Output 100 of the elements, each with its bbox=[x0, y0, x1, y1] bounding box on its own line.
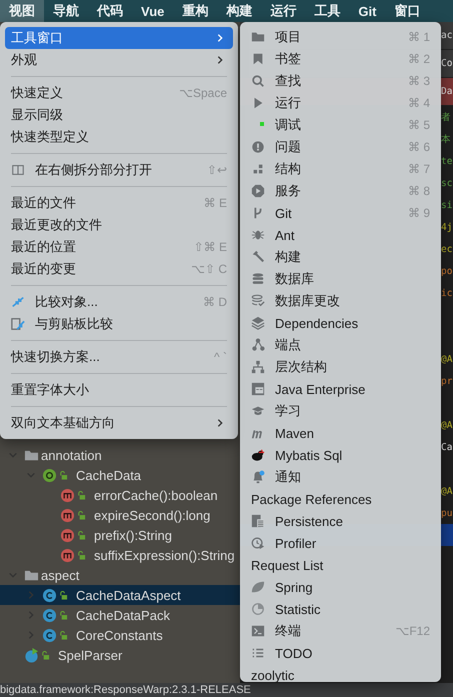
editor-tab[interactable]: Da bbox=[441, 86, 452, 97]
menu-item[interactable]: Java Enterprise bbox=[245, 378, 436, 400]
leaf-icon bbox=[251, 580, 265, 594]
menu-item[interactable]: 比较对象... ⌘ D bbox=[5, 291, 233, 313]
tree-item[interactable]: expireSecond():long bbox=[0, 505, 240, 525]
shortcut-text: ⌘ 4 bbox=[408, 96, 430, 110]
menu-bar-item[interactable]: 工具 bbox=[305, 0, 350, 22]
menu-item[interactable]: 最近的文件 ⌘ E bbox=[5, 192, 233, 214]
menu-item[interactable]: 与剪贴板比较 bbox=[5, 313, 233, 335]
code-text: pu bbox=[441, 508, 452, 518]
menu-item[interactable]: 查找 ⌘ 3 bbox=[245, 70, 436, 92]
menu-bar-item[interactable]: 构建 bbox=[217, 0, 262, 22]
menu-item[interactable]: Maven bbox=[245, 422, 436, 444]
service-icon bbox=[251, 184, 265, 198]
database-check-icon bbox=[251, 294, 265, 308]
menu-item[interactable]: 服务 ⌘ 8 bbox=[245, 180, 436, 202]
layers-icon bbox=[251, 316, 265, 330]
menu-item[interactable]: 构建 bbox=[245, 246, 436, 268]
menu-item[interactable]: 结构 ⌘ 7 bbox=[245, 158, 436, 180]
menu-item[interactable]: 端点 bbox=[245, 334, 436, 356]
menu-item[interactable]: 重置字体大小 bbox=[5, 379, 233, 401]
menu-item[interactable]: Git ⌘ 9 bbox=[245, 202, 436, 224]
menu-item[interactable]: 显示同级 bbox=[5, 104, 233, 126]
menu-item[interactable]: 学习 bbox=[245, 400, 436, 422]
bookmark-icon bbox=[251, 52, 265, 66]
tree-item[interactable]: CacheDataAspect bbox=[0, 585, 240, 605]
tree-item[interactable]: CoreConstants bbox=[0, 625, 240, 645]
tree-item[interactable]: suffixExpression():String bbox=[0, 545, 240, 565]
menu-bar-item[interactable]: 视图 bbox=[0, 0, 44, 22]
menu-item[interactable]: 快速切换方案... ^ ` bbox=[5, 346, 233, 368]
tree-item[interactable]: CacheDataPack bbox=[0, 605, 240, 625]
menu-item[interactable]: 项目 ⌘ 1 bbox=[245, 26, 436, 48]
class-icon bbox=[42, 608, 57, 622]
menu-item[interactable]: Profiler bbox=[245, 532, 436, 554]
menu-item[interactable]: 在右侧拆分部分打开 ⇧↩ bbox=[5, 159, 233, 181]
terminal-icon bbox=[251, 624, 265, 638]
clipboard-icon bbox=[11, 317, 25, 331]
shortcut-text: ⌥F12 bbox=[395, 624, 430, 638]
menu-item[interactable]: 数据库更改 bbox=[245, 290, 436, 312]
tree-item[interactable]: CacheData bbox=[0, 465, 240, 485]
class-icon bbox=[42, 588, 57, 602]
menu-item[interactable]: 最近的位置 ⇧⌘ E bbox=[5, 236, 233, 258]
menu-item[interactable]: 通知 bbox=[245, 466, 436, 488]
menu-item[interactable]: 最近更改的文件 bbox=[5, 214, 233, 236]
menu-item[interactable]: zoolytic bbox=[245, 664, 436, 686]
lock-icon bbox=[77, 530, 86, 540]
menu-bar-item[interactable]: Git bbox=[349, 0, 386, 22]
editor-tab[interactable]: ac bbox=[441, 30, 452, 41]
shortcut-text: ⌘ 8 bbox=[408, 184, 430, 198]
editor-tab[interactable]: Co bbox=[441, 58, 452, 69]
menu-item[interactable]: Ant bbox=[245, 224, 436, 246]
menu-item[interactable]: Spring bbox=[245, 576, 436, 598]
menu-item[interactable]: 双向文本基础方向 bbox=[5, 412, 233, 434]
enterprise-icon bbox=[251, 382, 265, 396]
menu-bar-item[interactable]: Vue bbox=[132, 0, 174, 22]
menu-bar-item[interactable]: 导航 bbox=[44, 0, 88, 22]
list-icon bbox=[251, 646, 265, 660]
menu-item[interactable]: Package References bbox=[245, 488, 436, 510]
ant-icon bbox=[251, 228, 265, 242]
menu-item[interactable]: 外观 bbox=[5, 49, 233, 71]
shortcut-text: ⌥Space bbox=[179, 86, 227, 100]
tree-item[interactable]: annotation bbox=[0, 445, 240, 465]
menu-bar-item[interactable]: 代码 bbox=[88, 0, 132, 22]
code-text: 本 bbox=[441, 132, 451, 146]
lock-icon bbox=[41, 650, 50, 660]
menu-item[interactable]: 最近的变更 ⌥⇧ C bbox=[5, 258, 233, 280]
menu-item[interactable]: Statistic bbox=[245, 598, 436, 620]
shortcut-text: ⌘ 9 bbox=[408, 206, 430, 220]
stopwatch-icon bbox=[251, 536, 265, 550]
menu-item[interactable]: 终端 ⌥F12 bbox=[245, 620, 436, 642]
menu-item[interactable]: 数据库 bbox=[245, 268, 436, 290]
method-icon bbox=[60, 508, 75, 522]
menu-item[interactable]: Persistence bbox=[245, 510, 436, 532]
nodes-icon bbox=[251, 338, 265, 352]
tree-item[interactable]: aspect bbox=[0, 565, 240, 585]
tree-item[interactable]: errorCache():boolean bbox=[0, 485, 240, 505]
menu-item[interactable]: 书签 ⌘ 2 bbox=[245, 48, 436, 70]
menu-bar-item[interactable]: 运行 bbox=[261, 0, 306, 22]
menu-item[interactable]: 运行 ⌘ 4 bbox=[245, 92, 436, 114]
menu-item[interactable]: TODO bbox=[245, 642, 436, 664]
tree-item[interactable]: SpelParser bbox=[0, 645, 240, 665]
code-text: sc bbox=[441, 178, 452, 188]
menu-item[interactable]: 快速类型定义 bbox=[5, 126, 233, 148]
menu-item[interactable]: 调试 ⌘ 5 bbox=[245, 114, 436, 136]
menu-item[interactable]: 问题 ⌘ 6 bbox=[245, 136, 436, 158]
code-text: Ca bbox=[441, 442, 452, 452]
compare-arrows-icon bbox=[11, 295, 25, 309]
code-text: 4j bbox=[441, 222, 452, 232]
menu-item[interactable]: Request List bbox=[245, 554, 436, 576]
menu-bar-item[interactable]: 窗口 bbox=[385, 0, 430, 22]
menu-item[interactable]: 层次结构 bbox=[245, 356, 436, 378]
search-icon bbox=[251, 74, 265, 88]
menu-item[interactable]: 工具窗口 bbox=[5, 27, 233, 49]
menu-bar-item[interactable]: 重构 bbox=[173, 0, 218, 22]
menu-item[interactable]: Mybatis Sql bbox=[245, 444, 436, 466]
menu-item[interactable]: 快速定义 ⌥Space bbox=[5, 82, 233, 104]
menu-item[interactable]: Dependencies bbox=[245, 312, 436, 334]
code-text: ic bbox=[441, 288, 452, 298]
code-text: po bbox=[441, 266, 452, 276]
tree-item[interactable]: prefix():String bbox=[0, 525, 240, 545]
